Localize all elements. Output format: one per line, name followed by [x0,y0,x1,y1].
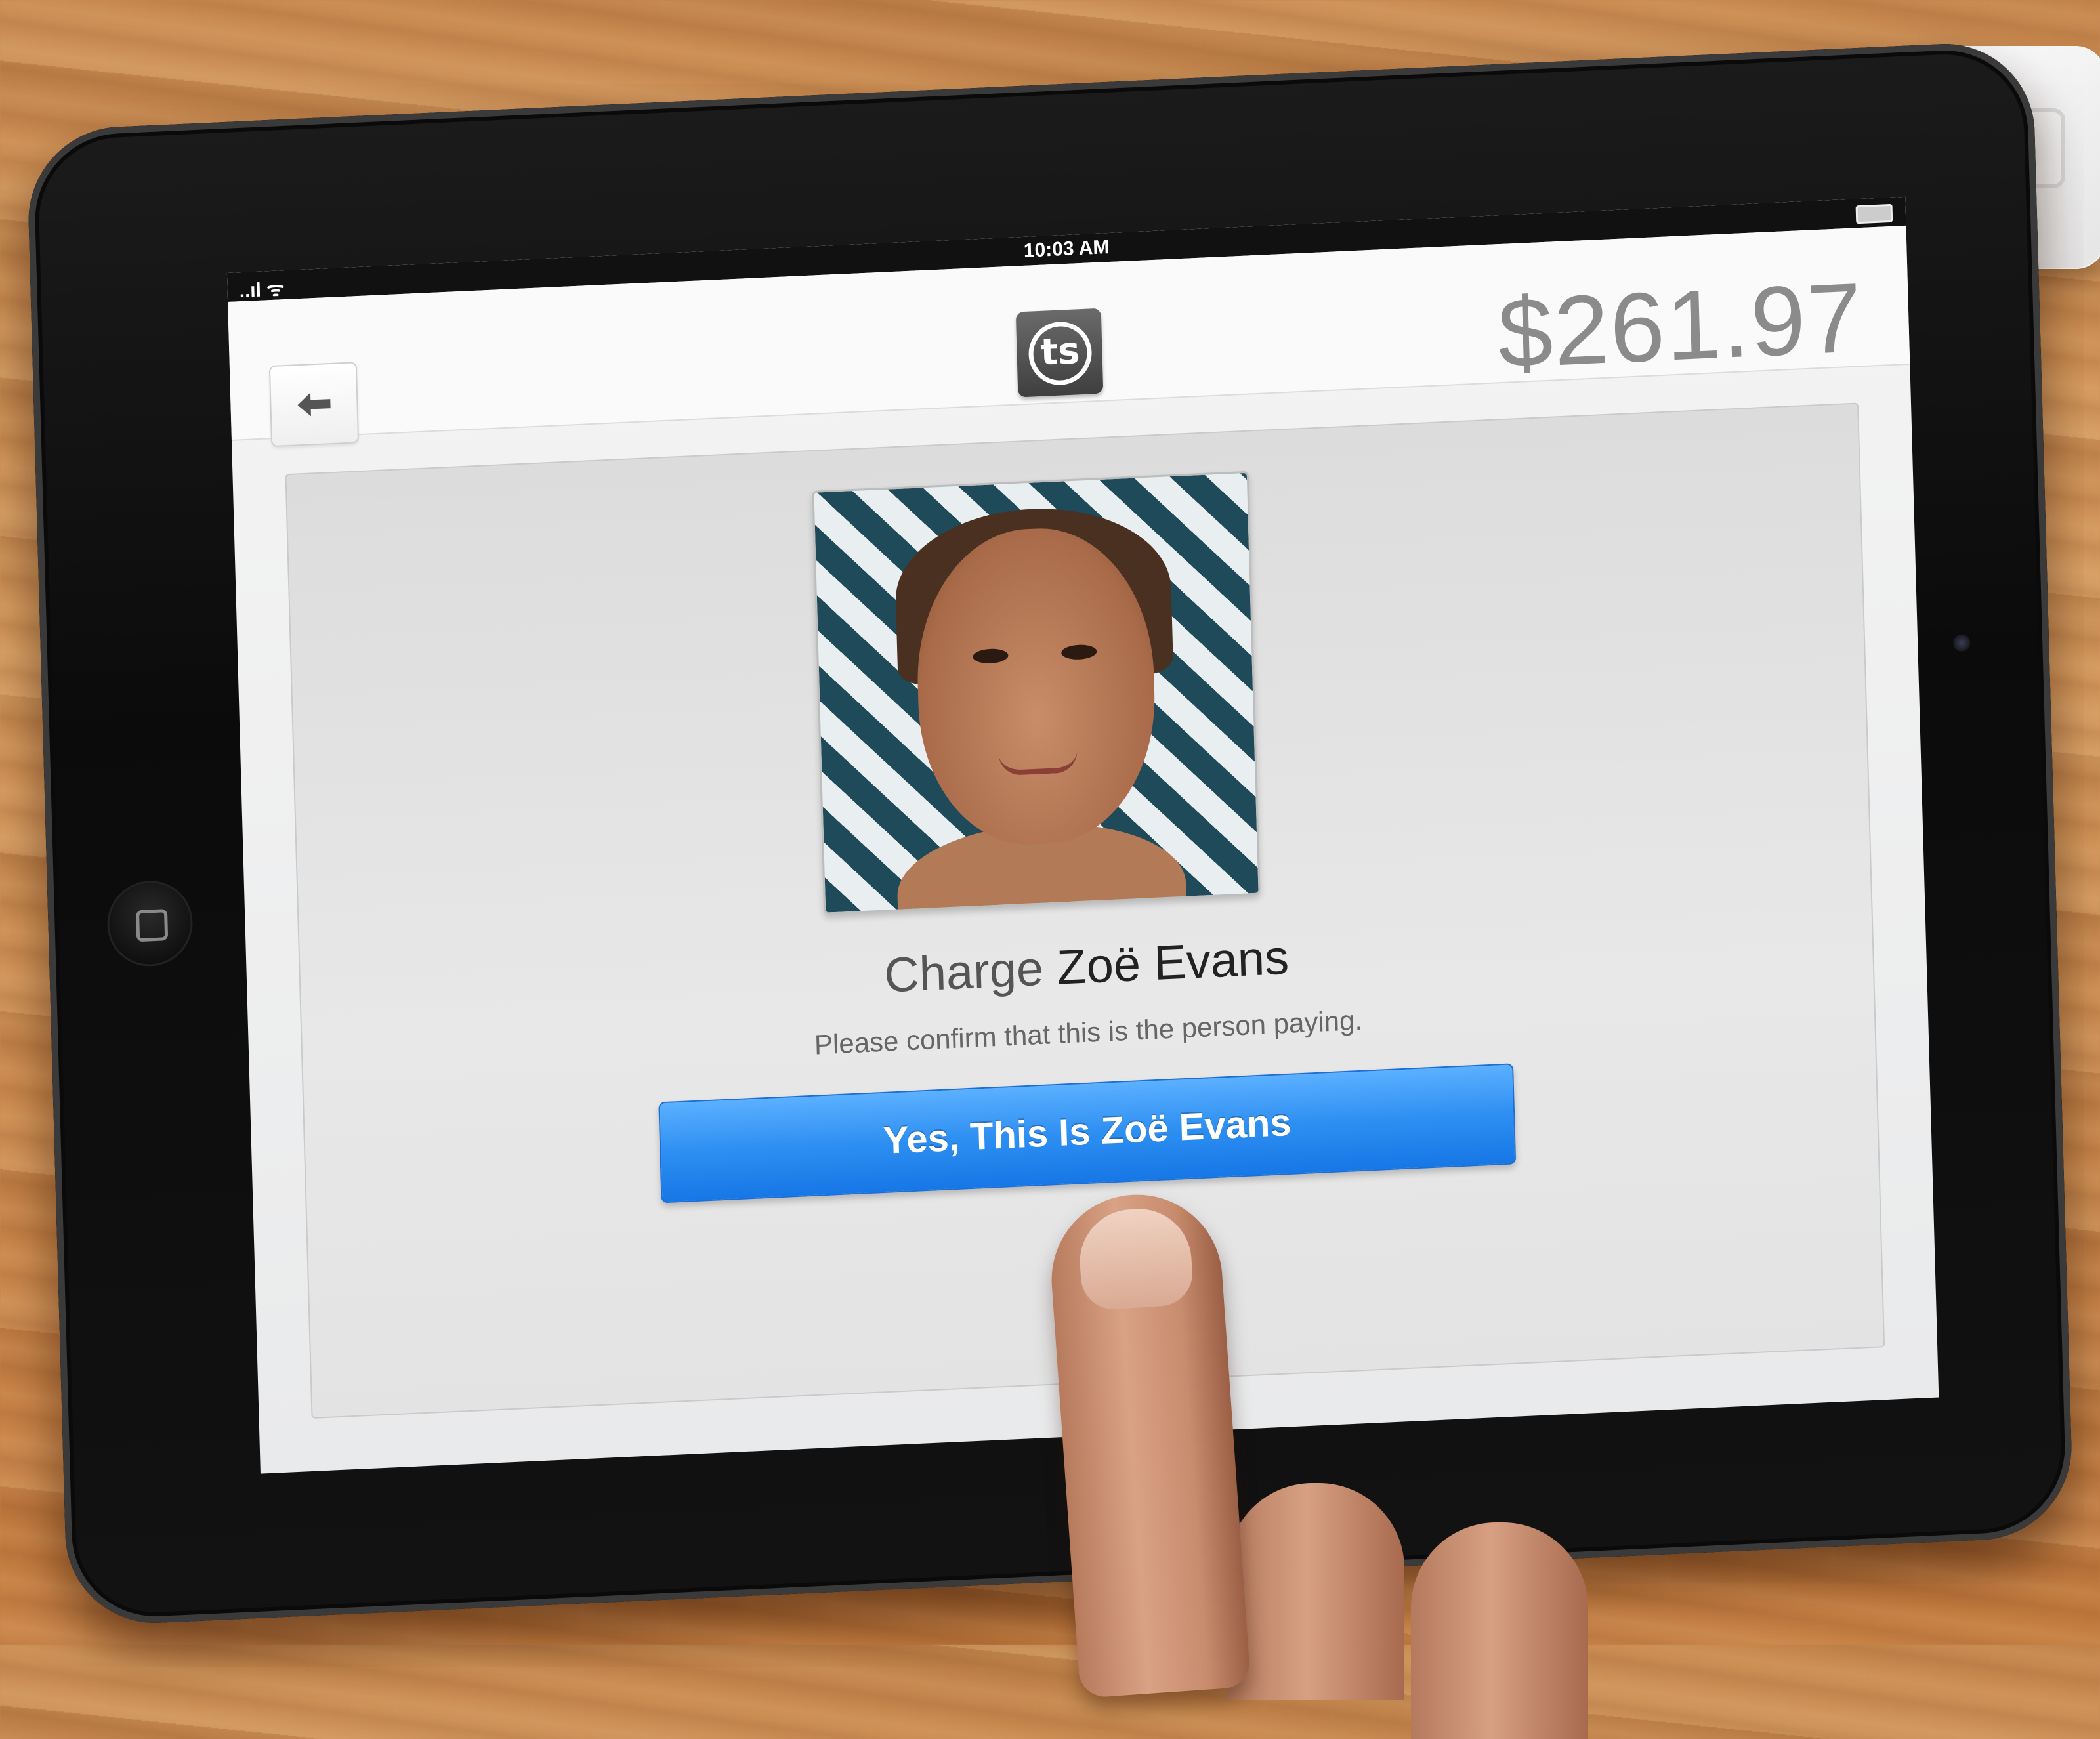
customer-name: Zoë Evans [1056,929,1290,995]
back-button[interactable] [268,362,360,448]
charge-amount: $261.97 [1496,262,1864,389]
home-button-icon [135,909,169,942]
logo-icon: ts [1015,308,1104,398]
hand-knuckle [1411,1522,1588,1739]
customer-photo [812,471,1261,915]
charge-prefix: Charge [883,940,1045,1003]
confirm-button[interactable]: Yes, This Is Zoë Evans [658,1063,1517,1204]
logo-text: ts [1028,320,1093,387]
tablet-device: ..ıl ᯤ 10:03 AM ts $261.97 Charge Zoë Ev… [26,39,2074,1627]
battery-icon [1855,203,1893,224]
camera [1952,634,1971,652]
back-arrow-icon [297,392,331,417]
finger [1045,1188,1251,1699]
hand-knuckle [1227,1483,1404,1700]
home-button[interactable] [106,879,194,969]
